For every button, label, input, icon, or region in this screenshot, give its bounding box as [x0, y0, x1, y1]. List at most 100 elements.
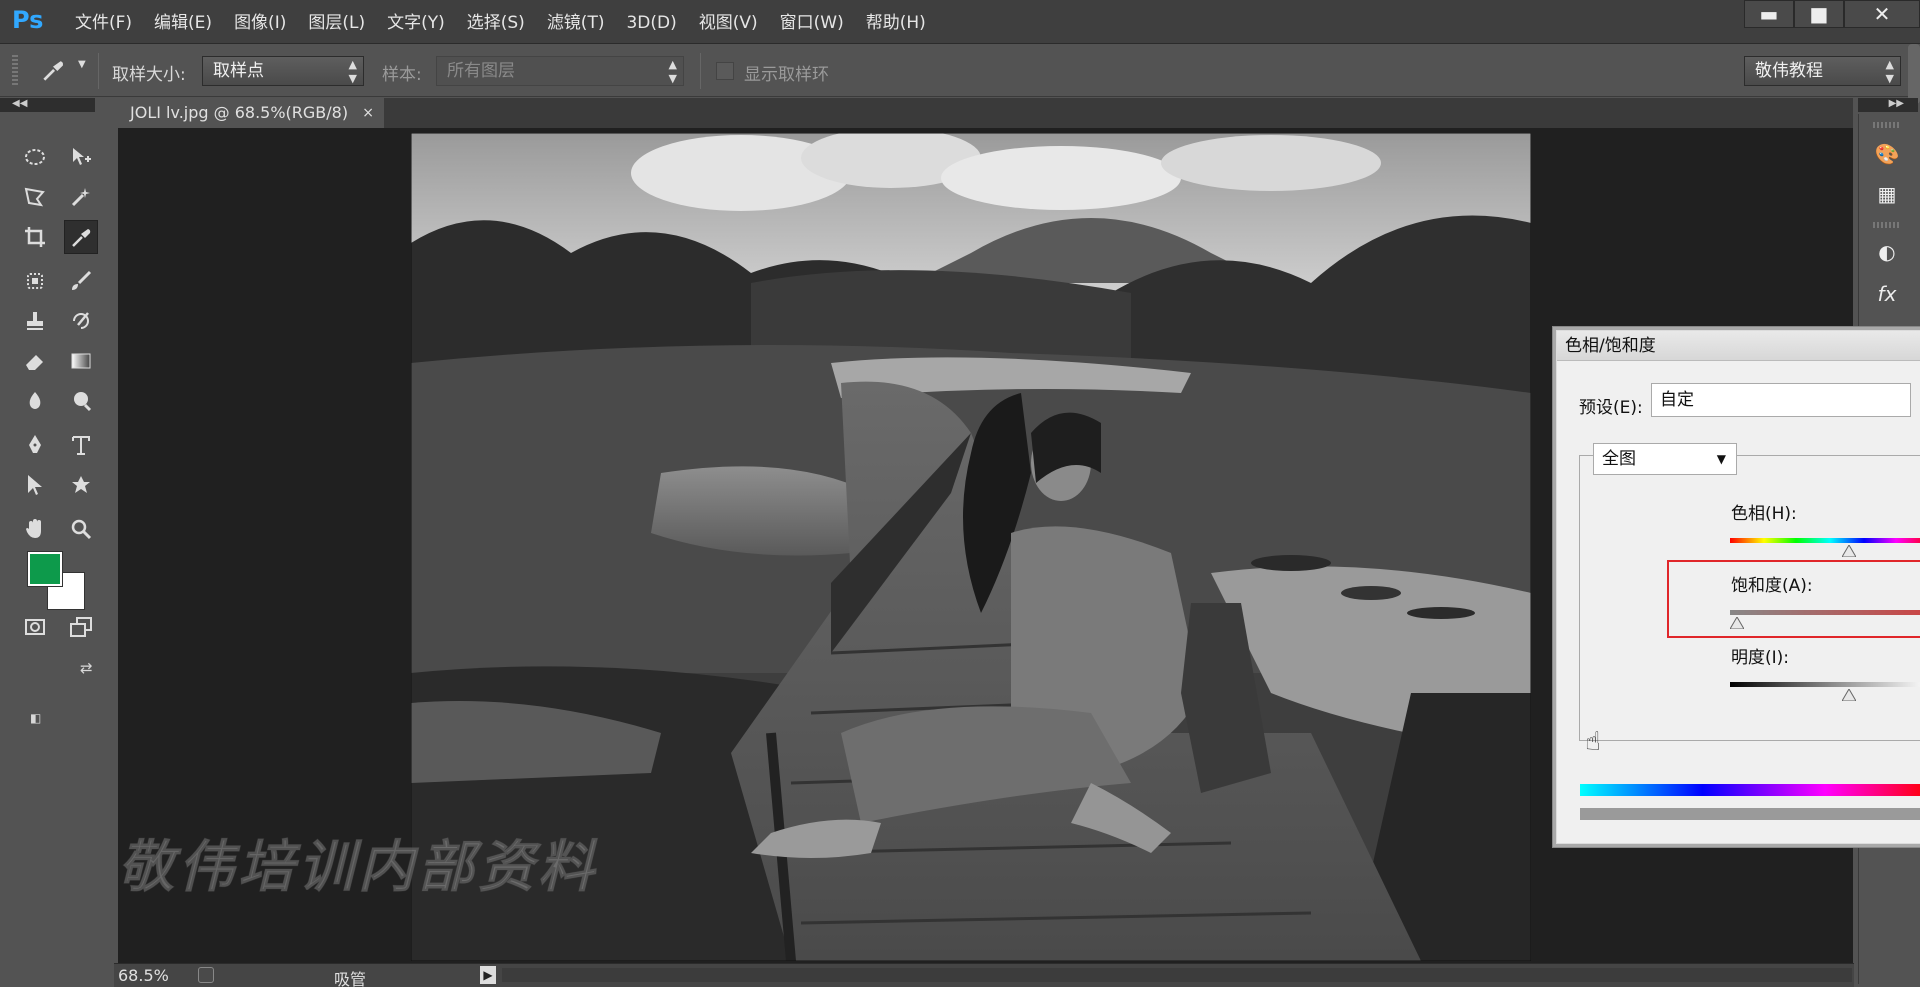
history-brush-tool-icon[interactable] — [64, 304, 98, 338]
panels-collapse[interactable]: ▶▶ — [1858, 98, 1918, 112]
options-grip[interactable] — [12, 55, 18, 87]
sample-size-value: 取样点 — [213, 61, 264, 81]
screen-mode-icon[interactable] — [64, 610, 98, 644]
menu-edit[interactable]: 编辑(E) — [143, 0, 223, 44]
color-palette-icon[interactable]: 🎨 — [1869, 138, 1905, 170]
horizontal-scrollbar[interactable] — [502, 968, 1852, 982]
eyedropper-icon[interactable] — [40, 58, 66, 84]
gradient-tool-icon[interactable] — [64, 344, 98, 378]
sample-label: 样本: — [382, 65, 422, 85]
lasso-tool-icon[interactable] — [18, 180, 52, 214]
menu-filter[interactable]: 滤镜(T) — [536, 0, 616, 44]
saturation-highlight-box — [1667, 560, 1920, 638]
menu-help[interactable]: 帮助(H) — [855, 0, 937, 44]
lightness-label: 明度(I): — [1731, 648, 1790, 668]
options-bar: ▼ 取样大小: 取样点 ▲ ▼ 样本: 所有图层 ▲ ▼ 显示取样环 — [0, 45, 1920, 97]
menu-items: 文件(F) 编辑(E) 图像(I) 图层(L) 文字(Y) 选择(S) 滤镜(T… — [64, 0, 937, 44]
zoom-level[interactable]: 68.5% — [118, 966, 169, 985]
blur-tool-icon[interactable] — [18, 384, 52, 418]
menu-view[interactable]: 视图(V) — [688, 0, 769, 44]
photoshop-logo: Ps — [12, 6, 44, 34]
channel-dropdown[interactable]: 全图 ▼ — [1593, 443, 1737, 475]
tool-preset-caret-icon[interactable]: ▼ — [78, 59, 86, 70]
options-scrollbar[interactable] — [1908, 44, 1920, 104]
close-button[interactable]: ✕ — [1844, 0, 1920, 28]
zoom-tool-icon[interactable] — [64, 512, 98, 546]
hue-slider-track[interactable] — [1730, 538, 1920, 543]
menu-select[interactable]: 选择(S) — [456, 0, 536, 44]
watermark-text: 敬伟培训内部资料 — [118, 835, 598, 901]
sample-size-dropdown[interactable]: 取样点 ▲ ▼ — [202, 56, 364, 86]
menu-file[interactable]: 文件(F) — [64, 0, 143, 44]
crop-tool-icon[interactable] — [18, 220, 52, 254]
menu-type[interactable]: 文字(Y) — [376, 0, 456, 44]
pen-tool-icon[interactable] — [18, 428, 52, 462]
dialog-title[interactable]: 色相/饱和度 — [1557, 331, 1920, 361]
updown-arrows-icon: ▲ ▼ — [668, 58, 677, 85]
menu-bar: Ps 文件(F) 编辑(E) 图像(I) 图层(L) 文字(Y) 选择(S) 滤… — [0, 0, 1920, 44]
panel-grip[interactable] — [1873, 122, 1901, 128]
maximize-button[interactable]: ■ — [1794, 0, 1844, 28]
close-tab-icon[interactable]: × — [362, 98, 374, 128]
workspace-value: 敬伟教程 — [1755, 61, 1823, 81]
clone-stamp-tool-icon[interactable] — [18, 304, 52, 338]
eyedropper-tool-icon[interactable] — [64, 220, 98, 254]
move-tool-icon[interactable] — [64, 140, 98, 174]
swap-colors-icon[interactable]: ⇄ — [80, 659, 93, 677]
menu-image[interactable]: 图像(I) — [223, 0, 297, 44]
updown-arrows-icon: ▲ ▼ — [1885, 58, 1894, 85]
menu-window[interactable]: 窗口(W) — [769, 0, 855, 44]
dodge-tool-icon[interactable] — [64, 384, 98, 418]
hue-label: 色相(H): — [1731, 504, 1797, 524]
sample-value: 所有图层 — [447, 61, 515, 81]
menu-layer[interactable]: 图层(L) — [297, 0, 376, 44]
sample-dropdown[interactable]: 所有图层 ▲ ▼ — [436, 56, 684, 86]
collapse-arrows-icon[interactable]: ◀◀ — [12, 98, 27, 109]
document-tab-title: JOLI lv.jpg @ 68.5%(RGB/8) — [130, 103, 349, 122]
input-color-bar — [1580, 784, 1920, 796]
fx-styles-icon[interactable]: fx — [1869, 278, 1905, 310]
targeted-adjustment-hand-icon[interactable]: ☝ — [1585, 727, 1601, 757]
hand-tool-icon[interactable] — [18, 512, 52, 546]
default-colors-icon[interactable]: ◧ — [30, 711, 41, 725]
document-tab[interactable]: JOLI lv.jpg @ 68.5%(RGB/8) × — [118, 98, 384, 128]
status-info-text: 吸管 — [334, 970, 367, 987]
window-controls: ▬ ■ ✕ — [1744, 0, 1920, 30]
preset-label: 预设(E): — [1579, 398, 1643, 418]
adjustments-icon[interactable]: ◐ — [1869, 236, 1905, 268]
lightness-slider-thumb[interactable] — [1840, 686, 1857, 702]
preset-dropdown[interactable]: 自定 — [1651, 383, 1911, 417]
channel-value: 全图 — [1602, 449, 1636, 469]
show-ring-checkbox[interactable] — [716, 62, 734, 80]
foreground-color-swatch[interactable] — [27, 551, 63, 587]
sample-size-label: 取样大小: — [112, 65, 186, 85]
quick-mask-icon[interactable] — [18, 610, 52, 644]
show-ring-label: 显示取样环 — [744, 65, 829, 85]
panel-grip[interactable] — [1873, 222, 1901, 228]
eraser-tool-icon[interactable] — [18, 344, 52, 378]
healing-brush-tool-icon[interactable] — [18, 264, 52, 298]
status-info-icon[interactable] — [198, 967, 214, 983]
status-menu-arrow-icon[interactable]: ▶ — [480, 966, 496, 984]
chevron-down-icon: ▼ — [1716, 452, 1726, 466]
document-tab-bar: JOLI lv.jpg @ 68.5%(RGB/8) × — [118, 98, 1853, 128]
separator — [700, 53, 701, 89]
path-selection-tool-icon[interactable] — [18, 468, 52, 502]
custom-shape-tool-icon[interactable] — [64, 468, 98, 502]
workspace-dropdown[interactable]: 敬伟教程 ▲ ▼ — [1744, 56, 1901, 86]
separator — [98, 53, 99, 89]
status-bar: 68.5% 吸管 ▶ — [114, 963, 1854, 987]
menu-3d[interactable]: 3D(D) — [615, 0, 687, 44]
output-color-bar — [1580, 808, 1920, 820]
updown-arrows-icon: ▲ ▼ — [348, 58, 357, 85]
hue-slider-thumb[interactable] — [1840, 542, 1857, 558]
toolbar-collapse[interactable]: ◀◀ — [0, 98, 95, 112]
brush-tool-icon[interactable] — [64, 264, 98, 298]
lightness-slider-track[interactable] — [1730, 682, 1920, 687]
expand-arrows-icon[interactable]: ▶▶ — [1889, 98, 1904, 109]
magic-wand-tool-icon[interactable] — [64, 180, 98, 214]
marquee-tool-icon[interactable] — [18, 140, 52, 174]
swatches-grid-icon[interactable]: ▦ — [1869, 178, 1905, 210]
type-tool-icon[interactable] — [64, 428, 98, 462]
minimize-button[interactable]: ▬ — [1744, 0, 1794, 28]
